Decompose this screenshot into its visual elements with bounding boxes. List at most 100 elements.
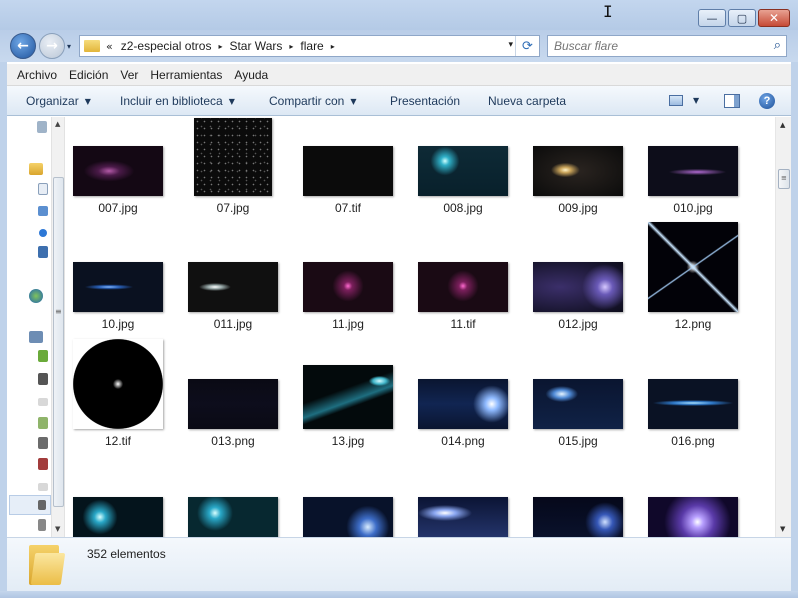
- file-item[interactable]: 016.png: [643, 117, 743, 537]
- file-item[interactable]: [298, 117, 398, 537]
- file-thumbnail[interactable]: [194, 118, 272, 196]
- file-name[interactable]: 12.tif: [68, 434, 168, 448]
- documents-icon[interactable]: [38, 183, 48, 195]
- crumb-separator[interactable]: ▸: [331, 42, 335, 51]
- file-name[interactable]: 07.tif: [298, 201, 398, 215]
- menu-herramientas[interactable]: Herramientas: [144, 68, 228, 82]
- drive-icon[interactable]: [38, 373, 48, 385]
- overflow-chevron-icon[interactable]: «: [106, 40, 113, 53]
- file-item[interactable]: [528, 117, 628, 537]
- drive-icon[interactable]: [38, 350, 48, 362]
- forward-button[interactable]: →: [39, 33, 65, 59]
- file-item[interactable]: 012.jpg: [528, 117, 628, 537]
- file-name[interactable]: 013.png: [183, 434, 283, 448]
- organize-button[interactable]: Organizar ▼: [26, 94, 91, 108]
- view-options-dropdown-icon[interactable]: ▼: [693, 96, 699, 105]
- menu-ayuda[interactable]: Ayuda: [228, 68, 274, 82]
- new-folder-button[interactable]: Nueva carpeta: [488, 94, 566, 108]
- content-scroll-thumb[interactable]: ≡: [778, 169, 790, 189]
- minimize-button[interactable]: —: [698, 9, 726, 27]
- file-name[interactable]: 13.jpg: [298, 434, 398, 448]
- file-thumbnail[interactable]: [418, 146, 508, 196]
- scroll-up-arrow-icon[interactable]: ▲: [780, 121, 785, 129]
- file-item[interactable]: [413, 117, 513, 537]
- crumb-separator[interactable]: ▸: [218, 42, 222, 51]
- drive-icon[interactable]: [38, 458, 48, 470]
- maximize-button[interactable]: ▢: [728, 9, 756, 27]
- slideshow-button[interactable]: Presentación: [390, 94, 460, 108]
- address-bar[interactable]: « z2-especial otros ▸ Star Wars ▸ flare …: [79, 35, 540, 57]
- drive-icon[interactable]: [38, 417, 48, 429]
- file-thumbnail[interactable]: [303, 262, 393, 312]
- computer-icon[interactable]: [37, 121, 47, 133]
- libraries-icon[interactable]: [29, 163, 43, 175]
- file-thumbnail[interactable]: [533, 379, 623, 429]
- file-item[interactable]: 008.jpg: [413, 117, 513, 537]
- file-item[interactable]: 07.jpg: [183, 117, 283, 537]
- file-thumbnail[interactable]: [73, 146, 163, 196]
- file-thumbnail[interactable]: [73, 339, 163, 429]
- file-name[interactable]: 007.jpg: [68, 201, 168, 215]
- file-thumbnail[interactable]: [188, 379, 278, 429]
- recent-pages-dropdown[interactable]: ▾: [67, 42, 71, 51]
- close-button[interactable]: ✕: [758, 9, 790, 27]
- file-item[interactable]: 11.jpg: [298, 117, 398, 537]
- file-thumbnail[interactable]: [418, 379, 508, 429]
- address-dropdown-icon[interactable]: ▾: [508, 40, 513, 50]
- menu-archivo[interactable]: Archivo: [11, 68, 63, 82]
- nav-scrollbar[interactable]: ▲ ≡ ▼: [51, 117, 64, 537]
- crumb-star-wars[interactable]: Star Wars: [229, 39, 282, 53]
- file-item[interactable]: [183, 117, 283, 537]
- change-view-icon[interactable]: [669, 95, 683, 106]
- file-thumbnail[interactable]: [303, 365, 393, 429]
- file-name[interactable]: 014.png: [413, 434, 513, 448]
- file-thumbnail[interactable]: [303, 146, 393, 196]
- crumb-z2-especial-otros[interactable]: z2-especial otros: [121, 39, 212, 53]
- file-name[interactable]: 12.png: [643, 317, 743, 331]
- file-item[interactable]: 13.jpg: [298, 117, 398, 537]
- file-name[interactable]: 010.jpg: [643, 201, 743, 215]
- file-item[interactable]: 11.tif: [413, 117, 513, 537]
- file-name[interactable]: 011.jpg: [183, 317, 283, 331]
- pictures-icon[interactable]: [38, 206, 48, 216]
- file-item[interactable]: 010.jpg: [643, 117, 743, 537]
- file-thumbnail[interactable]: [533, 146, 623, 196]
- file-item[interactable]: 10.jpg: [68, 117, 168, 537]
- search-box[interactable]: ⌕: [547, 35, 787, 57]
- file-item[interactable]: [643, 117, 743, 537]
- nav-scroll-thumb[interactable]: [53, 177, 64, 507]
- file-thumbnail[interactable]: [188, 262, 278, 312]
- include-in-library-button[interactable]: Incluir en biblioteca ▼: [120, 94, 235, 108]
- scroll-down-arrow-icon[interactable]: ▼: [55, 525, 60, 533]
- file-item[interactable]: 013.png: [183, 117, 283, 537]
- file-thumbnail[interactable]: [533, 262, 623, 312]
- file-thumbnail[interactable]: [648, 222, 738, 312]
- drive-icon[interactable]: [38, 519, 46, 531]
- drive-icon[interactable]: [38, 398, 48, 406]
- file-item[interactable]: 007.jpg: [68, 117, 168, 537]
- search-input[interactable]: [554, 39, 764, 53]
- back-button[interactable]: ←: [10, 33, 36, 59]
- music-icon[interactable]: [39, 229, 47, 237]
- file-name[interactable]: 016.png: [643, 434, 743, 448]
- file-thumbnail[interactable]: [73, 497, 163, 537]
- share-with-button[interactable]: Compartir con ▼: [269, 94, 357, 108]
- file-item[interactable]: 015.jpg: [528, 117, 628, 537]
- file-thumbnail[interactable]: [648, 379, 738, 429]
- drive-icon[interactable]: [38, 483, 48, 491]
- file-name[interactable]: 009.jpg: [528, 201, 628, 215]
- file-item[interactable]: [68, 117, 168, 537]
- crumb-separator[interactable]: ▸: [289, 42, 293, 51]
- file-item[interactable]: 014.png: [413, 117, 513, 537]
- file-name[interactable]: 012.jpg: [528, 317, 628, 331]
- file-name[interactable]: 07.jpg: [183, 201, 283, 215]
- file-name[interactable]: 11.tif: [413, 317, 513, 331]
- preview-pane-icon[interactable]: [724, 94, 740, 108]
- file-item[interactable]: 12.png: [643, 117, 743, 537]
- file-name[interactable]: 11.jpg: [298, 317, 398, 331]
- refresh-button[interactable]: ⟳: [515, 36, 539, 56]
- file-thumbnail[interactable]: [303, 497, 393, 537]
- file-thumbnail[interactable]: [648, 497, 738, 537]
- drive-icon[interactable]: [38, 500, 46, 510]
- file-name[interactable]: 10.jpg: [68, 317, 168, 331]
